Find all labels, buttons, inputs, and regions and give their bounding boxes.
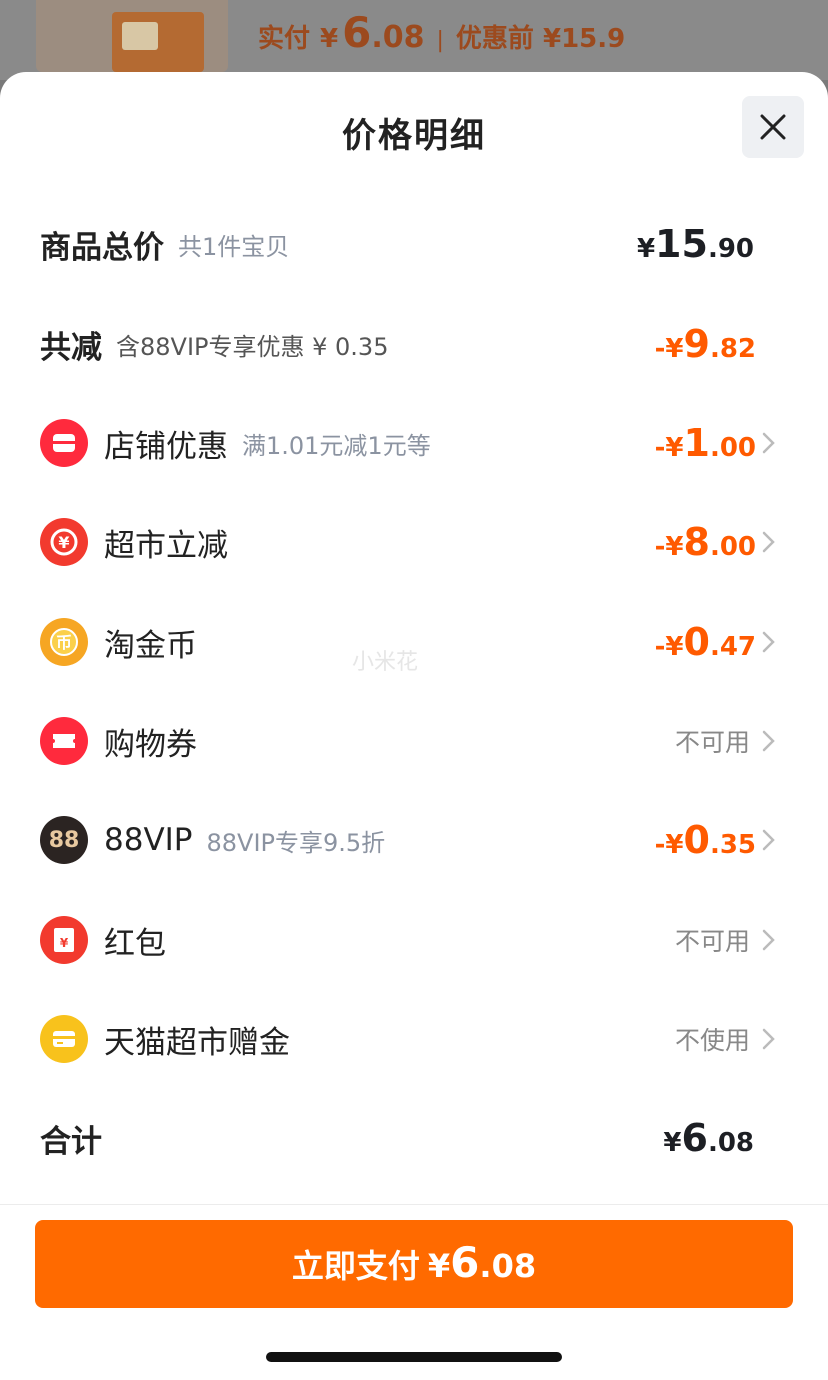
discount-row-88vip[interactable]: 88 88VIP 88VIP专享9.5折 -¥ 0.35 bbox=[40, 810, 780, 870]
price-detail-sheet: 价格明细 商品总价 共1件宝贝 ¥15.90 共减 含88VIP专享优惠 ¥ 0… bbox=[0, 72, 828, 1380]
sheet-title: 价格明细 bbox=[342, 116, 486, 156]
chevron-right-icon bbox=[762, 1028, 775, 1050]
chevron-right-icon bbox=[762, 829, 775, 851]
goods-total-label: 商品总价 bbox=[40, 229, 164, 266]
discount-icon: ¥ bbox=[40, 518, 88, 566]
chevron-right-icon bbox=[762, 531, 775, 553]
currency: ¥ bbox=[663, 1128, 682, 1158]
chevron-right-icon bbox=[762, 929, 775, 951]
chevron-right-icon bbox=[762, 432, 775, 454]
total-reduction-label: 共减 bbox=[40, 329, 102, 366]
discount-label: 店铺优惠 bbox=[104, 428, 228, 465]
footer-divider bbox=[0, 1204, 828, 1205]
watermark-text: 小米花 bbox=[352, 650, 419, 675]
discount-amount: -¥ 8.00 bbox=[655, 520, 756, 564]
gift-card-icon bbox=[40, 1015, 88, 1063]
price-separator: | bbox=[436, 28, 444, 53]
svg-text:币: 币 bbox=[56, 633, 72, 652]
discount-label: 淘金币 bbox=[104, 627, 197, 664]
currency: -¥ bbox=[654, 632, 684, 662]
discount-label: 88VIP bbox=[104, 822, 193, 858]
amount-int: 0 bbox=[683, 818, 710, 862]
original-price-text: 优惠前 ¥15.9 bbox=[455, 24, 626, 54]
pay-now-button[interactable]: 立即支付 ¥ 6 .08 bbox=[35, 1220, 793, 1308]
paid-dec: .08 bbox=[371, 20, 425, 55]
pay-button-dec: .08 bbox=[479, 1247, 537, 1285]
close-icon bbox=[760, 114, 786, 140]
amount-dec: .90 bbox=[707, 234, 754, 264]
total-reduction-amount: -¥ 9.82 bbox=[655, 322, 756, 366]
vip88-icon: 88 bbox=[40, 816, 88, 864]
currency: -¥ bbox=[654, 532, 684, 562]
total-reduction-row: 共减 含88VIP专享优惠 ¥ 0.35 -¥ 9.82 bbox=[40, 314, 780, 374]
amount-dec: .82 bbox=[709, 334, 756, 364]
discount-status: 不使用 bbox=[674, 1026, 750, 1055]
amount-dec: .35 bbox=[709, 830, 756, 860]
sum-label: 合计 bbox=[40, 1123, 102, 1160]
pay-button-currency: ¥ bbox=[427, 1247, 451, 1285]
discount-amount: -¥ 0.35 bbox=[655, 818, 756, 862]
chevron-right-icon bbox=[762, 730, 775, 752]
discount-row-gift-card[interactable]: 天猫超市赠金 不使用 bbox=[40, 1009, 780, 1069]
goods-count: 共1件宝贝 bbox=[178, 232, 290, 261]
pay-button-label: 立即支付 bbox=[291, 1247, 420, 1285]
amount-dec: .47 bbox=[709, 632, 756, 662]
discount-row-supermarket[interactable]: ¥ 超市立减 -¥ 8.00 bbox=[40, 512, 780, 572]
discount-amount: -¥ 1.00 bbox=[655, 421, 756, 465]
chevron-right-icon bbox=[762, 631, 775, 653]
vip88-icon-text: 88 bbox=[48, 827, 80, 853]
discount-amount: -¥ 0.47 bbox=[655, 620, 756, 664]
amount-dec: .00 bbox=[709, 433, 756, 463]
paid-currency: ¥ bbox=[320, 24, 339, 54]
discount-row-voucher[interactable]: 购物券 不可用 bbox=[40, 711, 780, 771]
discount-row-red-envelope[interactable]: ¥ 红包 不可用 bbox=[40, 910, 780, 970]
paid-int: 6 bbox=[342, 8, 372, 57]
product-package-image bbox=[112, 12, 204, 72]
amount-int: 6 bbox=[681, 1116, 708, 1160]
discount-label: 超市立减 bbox=[104, 527, 228, 564]
discount-label: 购物券 bbox=[104, 726, 197, 763]
coin-icon: 币 bbox=[40, 618, 88, 666]
amount-dec: .08 bbox=[707, 1128, 754, 1158]
amount-int: 0 bbox=[683, 620, 710, 664]
product-thumbnail bbox=[36, 0, 228, 72]
goods-total-amount: ¥15.90 bbox=[637, 222, 754, 266]
discount-label: 天猫超市赠金 bbox=[104, 1024, 290, 1061]
currency: ¥ bbox=[636, 234, 656, 264]
svg-text:¥: ¥ bbox=[58, 533, 69, 552]
currency: -¥ bbox=[654, 433, 684, 463]
shop-icon bbox=[40, 419, 88, 467]
currency: -¥ bbox=[654, 830, 684, 860]
discount-status: 不可用 bbox=[674, 728, 750, 757]
close-button[interactable] bbox=[742, 96, 804, 158]
sum-row: 合计 ¥6.08 bbox=[40, 1108, 780, 1168]
discount-row-shop[interactable]: 店铺优惠 满1.01元减1元等 -¥ 1.00 bbox=[40, 413, 780, 473]
ticket-icon bbox=[40, 717, 88, 765]
amount-int: 15 bbox=[655, 222, 708, 266]
paid-label: 实付 bbox=[258, 24, 311, 54]
background-page-header: 实付 ¥ 6 .08 | 优惠前 ¥15.9 bbox=[0, 0, 828, 80]
pay-button-int: 6 bbox=[450, 1238, 480, 1287]
discount-status: 不可用 bbox=[674, 927, 750, 956]
background-paid-price: 实付 ¥ 6 .08 | 优惠前 ¥15.9 bbox=[258, 8, 625, 57]
red-envelope-icon: ¥ bbox=[40, 916, 88, 964]
amount-int: 9 bbox=[683, 322, 710, 366]
discount-note: 88VIP专享9.5折 bbox=[206, 828, 386, 857]
svg-text:¥: ¥ bbox=[60, 936, 69, 950]
amount-dec: .00 bbox=[709, 532, 756, 562]
discount-note: 满1.01元减1元等 bbox=[242, 431, 431, 460]
total-reduction-note: 含88VIP专享优惠 ¥ 0.35 bbox=[116, 332, 389, 361]
amount-int: 1 bbox=[683, 421, 710, 465]
home-indicator[interactable] bbox=[266, 1352, 562, 1362]
amount-int: 8 bbox=[683, 520, 710, 564]
sum-amount: ¥6.08 bbox=[663, 1116, 754, 1160]
goods-total-row: 商品总价 共1件宝贝 ¥15.90 bbox=[40, 214, 780, 274]
discount-label: 红包 bbox=[104, 925, 166, 962]
currency: -¥ bbox=[654, 334, 684, 364]
